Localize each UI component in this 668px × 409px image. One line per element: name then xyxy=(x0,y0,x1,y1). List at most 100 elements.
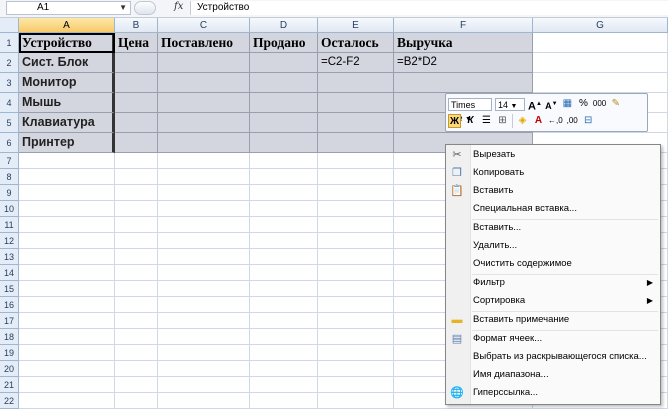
cell-b6[interactable] xyxy=(115,133,158,153)
cell[interactable] xyxy=(158,217,250,233)
row-header[interactable]: 10 xyxy=(0,201,19,217)
row-header[interactable]: 11 xyxy=(0,217,19,233)
cell-a5[interactable]: Клавиатура xyxy=(19,113,115,133)
cell[interactable] xyxy=(19,233,115,249)
cell[interactable] xyxy=(115,265,158,281)
cell-d3[interactable] xyxy=(250,73,318,93)
cell[interactable] xyxy=(158,361,250,377)
cell-d1[interactable]: Продано xyxy=(250,33,318,53)
row-header[interactable]: 13 xyxy=(0,249,19,265)
align-center-icon[interactable]: ☰ xyxy=(480,114,493,128)
cell[interactable] xyxy=(318,345,394,361)
cell-e1[interactable]: Осталось xyxy=(318,33,394,53)
cell[interactable] xyxy=(115,297,158,313)
cell-c6[interactable] xyxy=(158,133,250,153)
row-header[interactable]: 5 xyxy=(0,113,19,133)
menu-item-filter[interactable]: Фильтр ▶ xyxy=(446,274,660,292)
cell-b3[interactable] xyxy=(115,73,158,93)
cell-b2[interactable] xyxy=(115,53,158,73)
italic-button[interactable]: К xyxy=(464,114,477,128)
cell[interactable] xyxy=(250,345,318,361)
cell[interactable] xyxy=(19,297,115,313)
cell-e2[interactable]: =C2-F2 xyxy=(318,53,394,73)
menu-item-paste-special[interactable]: Специальная вставка... xyxy=(446,200,660,218)
cell-e6[interactable] xyxy=(318,133,394,153)
format-painter-icon[interactable]: ✎ xyxy=(609,97,622,111)
cell[interactable] xyxy=(19,185,115,201)
row-header[interactable]: 21 xyxy=(0,377,19,393)
row-header[interactable]: 16 xyxy=(0,297,19,313)
menu-item-copy[interactable]: ❐ Копировать xyxy=(446,164,660,182)
cell-f3[interactable] xyxy=(394,73,533,93)
cell[interactable] xyxy=(250,153,318,169)
cell[interactable] xyxy=(318,313,394,329)
cell[interactable] xyxy=(115,217,158,233)
cell[interactable] xyxy=(115,169,158,185)
cell[interactable] xyxy=(250,297,318,313)
borders-icon[interactable]: ⊞ xyxy=(496,114,509,128)
cell[interactable] xyxy=(318,217,394,233)
cell[interactable] xyxy=(19,345,115,361)
accounting-format-icon[interactable]: ▦ xyxy=(561,97,574,111)
cell[interactable] xyxy=(115,329,158,345)
cell[interactable] xyxy=(19,329,115,345)
cell-c4[interactable] xyxy=(158,93,250,113)
formula-bar-expand-button[interactable] xyxy=(134,1,156,15)
cell[interactable] xyxy=(250,201,318,217)
cell[interactable] xyxy=(318,329,394,345)
cell[interactable] xyxy=(19,153,115,169)
cell[interactable] xyxy=(115,153,158,169)
menu-item-clear-contents[interactable]: Очистить содержимое xyxy=(446,255,660,273)
cell-d6[interactable] xyxy=(250,133,318,153)
shrink-font-button[interactable]: A▼ xyxy=(545,97,558,111)
menu-item-paste[interactable]: 📋 Вставить xyxy=(446,182,660,200)
cell-b1[interactable]: Цена xyxy=(115,33,158,53)
cell[interactable] xyxy=(250,377,318,393)
row-header[interactable]: 19 xyxy=(0,345,19,361)
menu-item-insert-comment[interactable]: ▬ Вставить примечание xyxy=(446,311,660,329)
cell[interactable] xyxy=(318,377,394,393)
cell[interactable] xyxy=(19,201,115,217)
column-header[interactable]: F xyxy=(394,18,533,33)
cell[interactable] xyxy=(318,281,394,297)
row-header[interactable]: 7 xyxy=(0,153,19,169)
cell[interactable] xyxy=(158,297,250,313)
row-header[interactable]: 3 xyxy=(0,73,19,93)
column-header[interactable]: B xyxy=(115,18,158,33)
cell-c1[interactable]: Поставлено xyxy=(158,33,250,53)
cell[interactable] xyxy=(318,153,394,169)
cell[interactable] xyxy=(250,265,318,281)
menu-item-pick-from-list[interactable]: Выбрать из раскрывающегося списка... xyxy=(446,348,660,366)
cell[interactable] xyxy=(318,169,394,185)
row-header[interactable]: 12 xyxy=(0,233,19,249)
cell-a1[interactable]: Устройство xyxy=(19,33,115,53)
cell[interactable] xyxy=(115,185,158,201)
row-header[interactable]: 17 xyxy=(0,313,19,329)
cell[interactable] xyxy=(250,329,318,345)
column-header[interactable]: D xyxy=(250,18,318,33)
cell[interactable] xyxy=(250,233,318,249)
menu-item-insert[interactable]: Вставить... xyxy=(446,219,660,237)
font-size-select[interactable]: 14 ▼ xyxy=(495,97,525,111)
fill-color-icon[interactable]: ◈ xyxy=(516,114,529,128)
cell[interactable] xyxy=(115,313,158,329)
cell[interactable] xyxy=(158,201,250,217)
cell[interactable] xyxy=(158,345,250,361)
thousands-separator-button[interactable]: 000 xyxy=(593,97,606,111)
cell-e5[interactable] xyxy=(318,113,394,133)
cell[interactable] xyxy=(19,313,115,329)
column-header[interactable]: E xyxy=(318,18,394,33)
cell[interactable] xyxy=(318,185,394,201)
row-header[interactable]: 15 xyxy=(0,281,19,297)
cell[interactable] xyxy=(115,377,158,393)
grow-font-button[interactable]: A▲ xyxy=(528,97,542,113)
cell-a4[interactable]: Мышь xyxy=(19,93,115,113)
menu-item-delete[interactable]: Удалить... xyxy=(446,237,660,255)
cell-e4[interactable] xyxy=(318,93,394,113)
cell[interactable] xyxy=(318,265,394,281)
merge-cells-icon[interactable]: ⊟ xyxy=(582,114,595,128)
row-header[interactable]: 2 xyxy=(0,53,19,73)
menu-item-sort[interactable]: Сортировка ▶ xyxy=(446,292,660,310)
font-color-icon[interactable]: A xyxy=(532,114,545,128)
cell-d2[interactable] xyxy=(250,53,318,73)
